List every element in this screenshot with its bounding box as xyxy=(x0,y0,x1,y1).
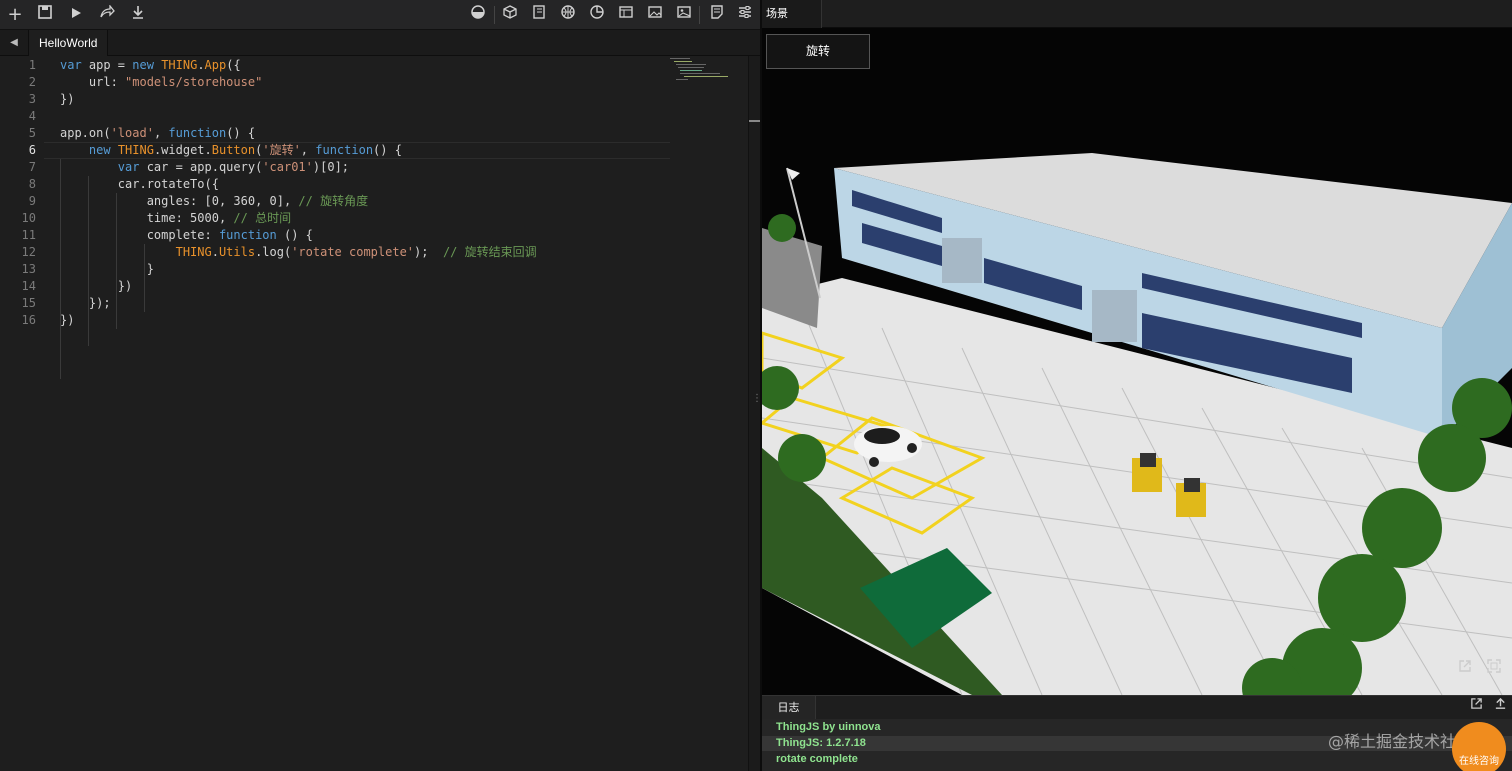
plus-icon[interactable]: + xyxy=(5,5,25,25)
log-line: rotate complete xyxy=(776,753,858,765)
tab-scene[interactable]: 场景 xyxy=(762,0,822,28)
play-icon[interactable] xyxy=(66,5,86,25)
minimap[interactable] xyxy=(670,58,744,82)
line-number: 13 xyxy=(21,262,36,276)
line-number: 2 xyxy=(28,75,36,89)
book-icon[interactable] xyxy=(529,5,549,25)
line-number: 7 xyxy=(28,160,36,174)
code-line-6: new THING.widget.Button('旋转', function()… xyxy=(88,143,402,157)
log-external-link-icon[interactable] xyxy=(1466,697,1486,717)
app-window: + ◀ HelloWorld 1 2 3 4 5 6 7 8 9 10 11 1… xyxy=(0,0,1512,771)
line-number: 16 xyxy=(21,313,36,327)
line-number: 11 xyxy=(21,228,36,242)
editor-toolbar: + xyxy=(0,0,760,30)
preview-panel: 场景 旋转 日志 ThingJS by uinnova ThingJS: 1.2… xyxy=(762,0,1512,771)
code-line-3: }) xyxy=(60,92,75,106)
line-number: 1 xyxy=(28,58,36,72)
code-line-5: app.on('load', function() { xyxy=(60,126,256,140)
editor-tabbar: ◀ HelloWorld xyxy=(0,30,760,56)
tab-log[interactable]: 日志 xyxy=(762,696,816,720)
log-upload-icon[interactable] xyxy=(1490,697,1510,717)
line-number: 9 xyxy=(28,194,36,208)
note-icon[interactable] xyxy=(707,5,727,25)
toolbar-divider xyxy=(494,6,495,24)
code-line-2: url: "models/storehouse" xyxy=(60,75,263,89)
code-line-7: var car = app.query('car01')[0]; xyxy=(117,160,350,174)
code-line-10: time: 5000, // 总时间 xyxy=(60,211,292,225)
code-line-13: } xyxy=(60,262,154,276)
layout-icon[interactable] xyxy=(616,5,636,25)
line-number: 15 xyxy=(21,296,36,310)
line-number-gutter: 1 2 3 4 5 6 7 8 9 10 11 12 13 14 15 16 xyxy=(0,56,44,771)
picture-icon[interactable] xyxy=(645,5,665,25)
splitter-grip-icon[interactable]: ⋮ xyxy=(752,394,762,414)
code-line-15: }); xyxy=(60,296,111,310)
watermark: @稀土掘金技术社区 xyxy=(1328,732,1473,751)
line-number-active: 6 xyxy=(28,143,36,157)
log-line: ThingJS: 1.2.7.18 xyxy=(776,737,866,749)
download-icon[interactable] xyxy=(128,5,148,25)
share-icon[interactable] xyxy=(97,4,117,25)
online-consult-button[interactable]: 在线咨询 xyxy=(1452,722,1506,771)
code-line-12: THING.Utils.log('rotate complete'); // 旋… xyxy=(175,245,537,259)
editor-panel: + ◀ HelloWorld 1 2 3 4 5 6 7 8 9 10 11 1… xyxy=(0,0,761,771)
basketball-icon[interactable] xyxy=(558,5,578,25)
code-line-16: }) xyxy=(60,313,75,327)
code-line-14: }) xyxy=(60,279,133,293)
line-number: 5 xyxy=(28,126,36,140)
settings-icon[interactable] xyxy=(735,5,755,25)
line-number: 14 xyxy=(21,279,36,293)
log-tabbar: 日志 xyxy=(762,695,1512,720)
pie-icon[interactable] xyxy=(587,5,607,25)
toolbar-divider xyxy=(699,6,700,24)
rotate-button[interactable]: 旋转 xyxy=(766,34,870,69)
line-number: 8 xyxy=(28,177,36,191)
scene-tabbar: 场景 xyxy=(762,0,1512,28)
line-number: 12 xyxy=(21,245,36,259)
tab-helloworld[interactable]: HelloWorld xyxy=(28,30,109,56)
contrast-icon[interactable] xyxy=(468,5,488,25)
line-number: 4 xyxy=(28,109,36,123)
cube-icon[interactable] xyxy=(500,5,520,25)
line-number: 10 xyxy=(21,211,36,225)
collapse-arrow-icon[interactable]: ◀ xyxy=(6,34,22,52)
external-link-icon[interactable] xyxy=(1454,658,1476,680)
code-editor[interactable]: 1 2 3 4 5 6 7 8 9 10 11 12 13 14 15 16 v… xyxy=(0,56,748,771)
line-number: 3 xyxy=(28,92,36,106)
save-icon[interactable] xyxy=(35,5,55,25)
image-icon[interactable] xyxy=(674,5,694,25)
warehouse-3d-scene xyxy=(762,28,1512,695)
code-line-9: angles: [0, 360, 0], // 旋转角度 xyxy=(60,194,369,208)
code-line-11: complete: function () { xyxy=(60,228,313,242)
code-line-1: var app = new THING.App({ xyxy=(60,58,241,72)
log-line: ThingJS by uinnova xyxy=(776,721,881,733)
scene-viewport[interactable]: 旋转 xyxy=(762,28,1512,695)
code-line-8: car.rotateTo({ xyxy=(60,177,219,191)
fullscreen-icon[interactable] xyxy=(1483,658,1505,680)
